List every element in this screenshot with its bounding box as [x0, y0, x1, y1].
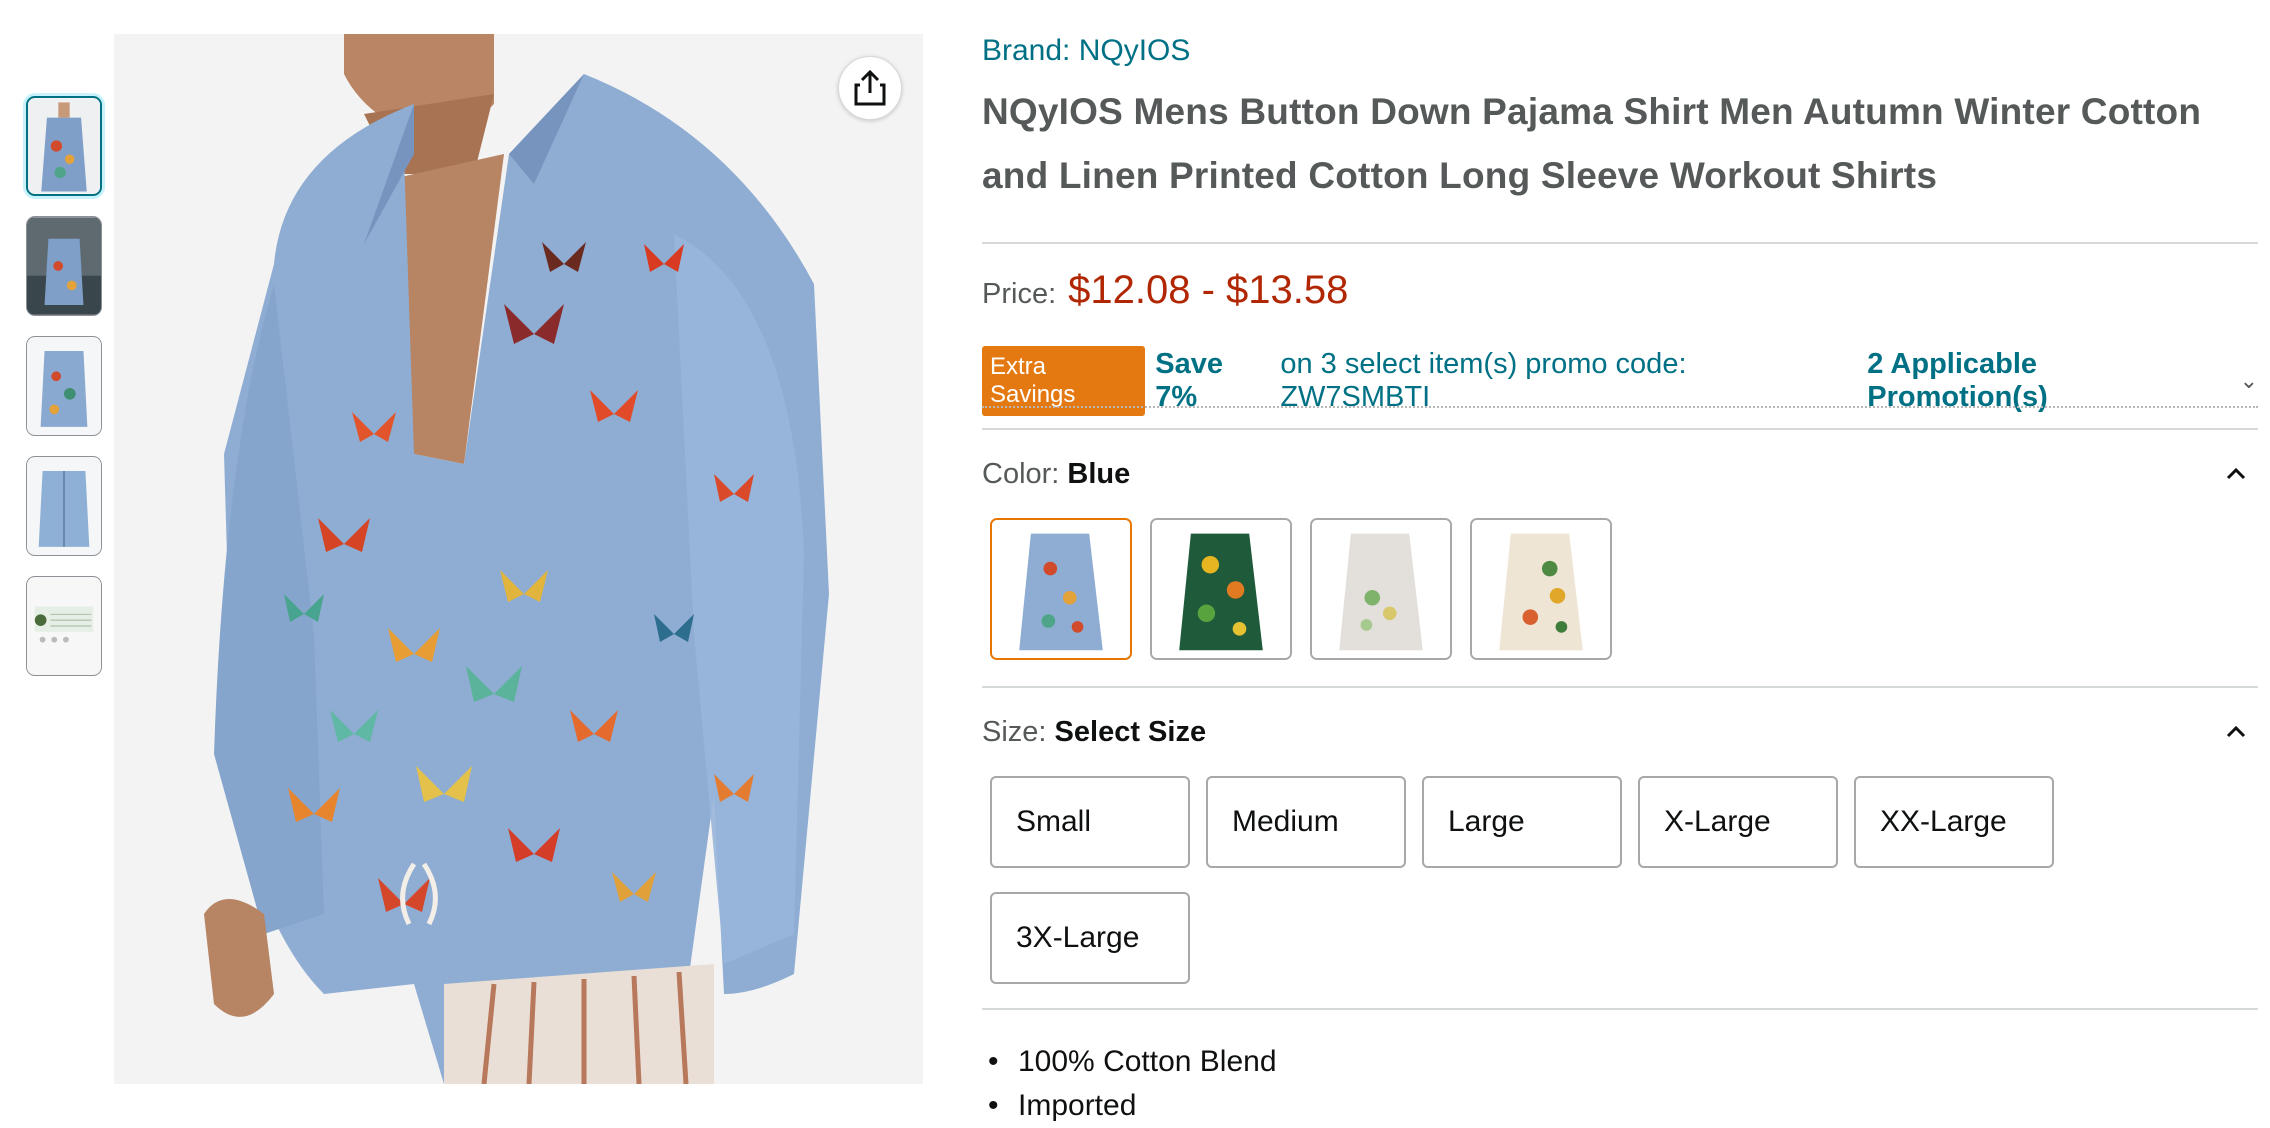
chevron-down-icon[interactable]: ⌄: [2240, 368, 2258, 394]
promo-save: Save 7%: [1155, 348, 1223, 413]
thumbnail-3[interactable]: [26, 336, 102, 436]
product-title: NQyIOS Mens Button Down Pajama Shirt Men…: [982, 91, 2202, 196]
promo-row: Extra Savings Save 7% on 3 select item(s…: [982, 346, 2258, 416]
color-label: Color: Blue: [982, 458, 1131, 490]
brand-link[interactable]: Brand: NQyIOS: [982, 34, 1190, 68]
price-row: Price: $12.08 - $13.58: [982, 268, 1348, 313]
color-swatch-blue[interactable]: [990, 518, 1132, 660]
size-option-small[interactable]: Small: [990, 776, 1190, 868]
thumbnail-1[interactable]: [26, 96, 102, 196]
promo-text: on 3 select item(s) promo code: ZW7SMBTI: [1280, 348, 1687, 413]
color-swatch-green-floral[interactable]: [1150, 518, 1292, 660]
share-button[interactable]: [838, 56, 902, 120]
divider: [982, 242, 2258, 244]
promo-dotted-divider: [982, 406, 2258, 408]
size-option-xx-large[interactable]: XX-Large: [1854, 776, 2054, 868]
feature-bullets: 100% Cotton Blend Imported: [988, 1040, 1277, 1128]
thumbnail-4[interactable]: [26, 456, 102, 556]
selected-size: Select Size: [1054, 716, 1207, 748]
chevron-up-icon[interactable]: [2224, 720, 2248, 744]
size-option-large[interactable]: Large: [1422, 776, 1622, 868]
size-option-x-large[interactable]: X-Large: [1638, 776, 1838, 868]
chevron-up-icon[interactable]: [2224, 462, 2248, 486]
size-option-medium[interactable]: Medium: [1206, 776, 1406, 868]
thumbnail-5[interactable]: [26, 576, 102, 676]
color-swatch-beige-floral[interactable]: [1470, 518, 1612, 660]
applicable-promotions-link[interactable]: 2 Applicable Promotion(s): [1867, 348, 2223, 414]
thumbnail-2[interactable]: [26, 216, 102, 316]
feature-bullet: Imported: [988, 1084, 1277, 1128]
size-label: Size: Select Size: [982, 716, 1207, 748]
divider: [982, 428, 2258, 430]
price-value: $12.08 - $13.58: [1068, 268, 1349, 312]
size-option-3x-large[interactable]: 3X-Large: [990, 892, 1190, 984]
divider: [982, 686, 2258, 688]
color-swatch-white-floral[interactable]: [1310, 518, 1452, 660]
main-product-image[interactable]: [114, 34, 923, 1084]
divider: [982, 1008, 2258, 1010]
price-label: Price:: [982, 278, 1057, 310]
feature-bullet: 100% Cotton Blend: [988, 1040, 1276, 1084]
share-icon: [854, 69, 886, 106]
selected-color: Blue: [1067, 458, 1131, 490]
